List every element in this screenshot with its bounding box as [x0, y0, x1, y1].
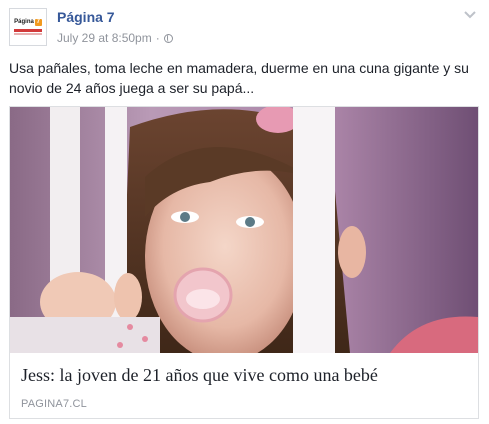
globe-icon[interactable]: [163, 33, 173, 43]
post-meta: July 29 at 8:50pm ·: [57, 31, 173, 45]
meta-separator: ·: [155, 31, 160, 45]
page-name-link[interactable]: Página 7: [57, 9, 115, 25]
chevron-down-icon[interactable]: [463, 10, 477, 20]
link-preview-image[interactable]: [10, 107, 478, 353]
post-text: Usa pañales, toma leche en mamadera, due…: [9, 60, 469, 96]
facebook-post: Página 7 Página 7 July 29 at 8:50pm · Us…: [0, 0, 489, 424]
avatar-stripe: [14, 29, 42, 32]
avatar-stripe-secondary: [14, 33, 42, 35]
page-avatar[interactable]: Página 7: [9, 8, 47, 46]
link-preview-title[interactable]: Jess: la joven de 21 años que vive como …: [21, 364, 471, 386]
avatar-logo-text: Página: [14, 19, 34, 25]
link-preview-card[interactable]: Jess: la joven de 21 años que vive como …: [9, 106, 479, 419]
link-preview-domain: PAGINA7.CL: [21, 398, 87, 410]
link-preview-photo: [10, 107, 478, 353]
avatar-logo: Página 7: [14, 19, 42, 26]
avatar-logo-badge: 7: [34, 19, 42, 26]
post-timestamp[interactable]: July 29 at 8:50pm: [57, 31, 152, 45]
